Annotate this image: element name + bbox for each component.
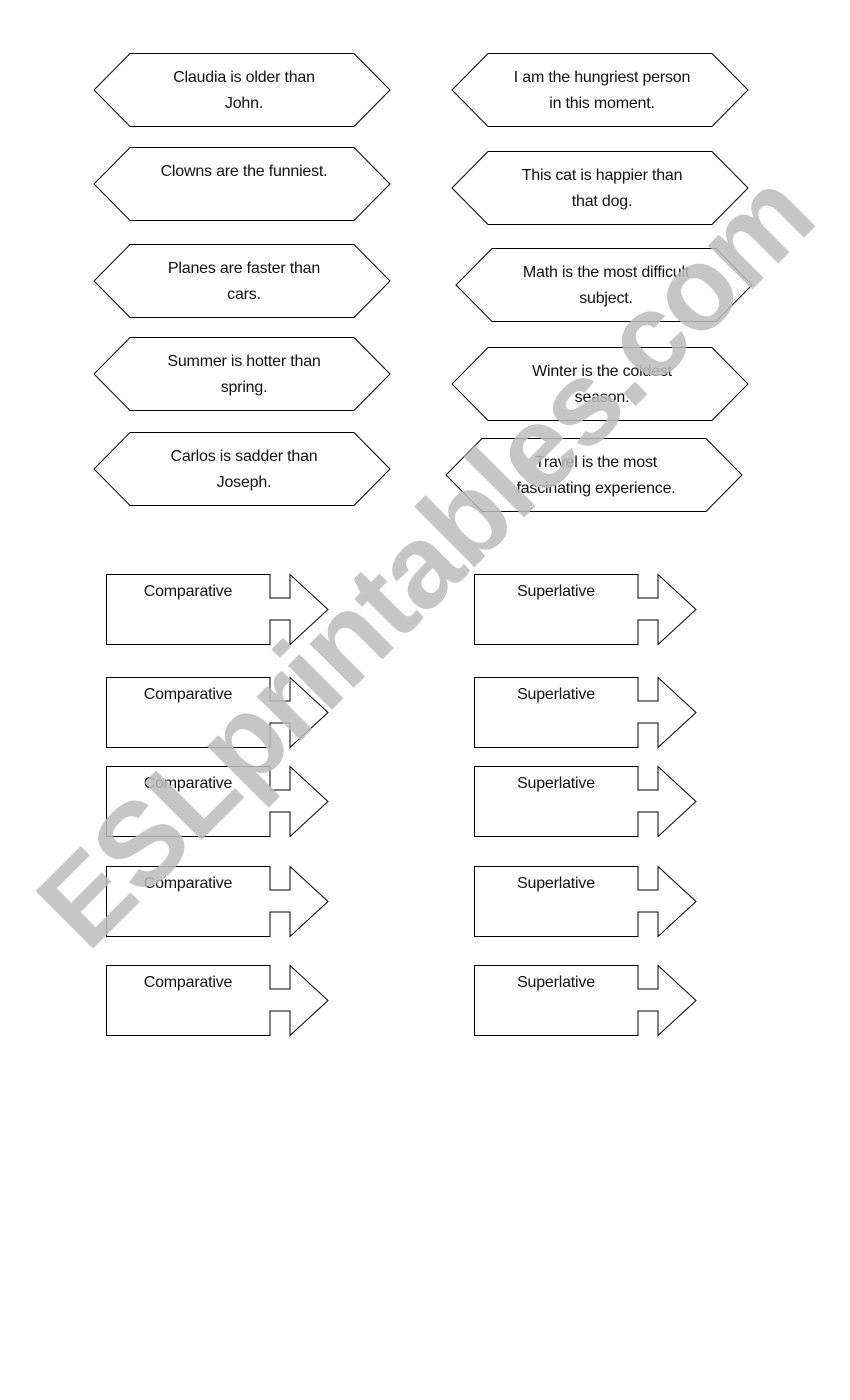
sentence-text: Winter is the coldest season. <box>532 363 672 406</box>
sentence-card-left-4: Summer is hotter than spring. <box>93 337 391 411</box>
superlative-arrow-card-5: Superlative <box>474 964 697 1037</box>
sentence-text: Planes are faster than cars. <box>167 260 321 303</box>
sentence-text: Math is the most difficult subject. <box>522 264 690 307</box>
arrow-label: Comparative <box>143 974 233 991</box>
arrow-label: Superlative <box>517 583 595 600</box>
comparative-arrow-card-5: Comparative <box>106 964 329 1037</box>
sentence-text: Summer is hotter than spring. <box>167 353 321 396</box>
sentence-text: Clowns are the funniest. <box>160 163 328 180</box>
arrow-label: Comparative <box>143 875 233 892</box>
arrow-label: Superlative <box>517 974 595 991</box>
sentence-card-left-1: Claudia is older than John. <box>93 53 391 127</box>
superlative-arrow-card-4: Superlative <box>474 865 697 938</box>
sentence-card-left-3: Planes are faster than cars. <box>93 244 391 318</box>
sentence-card-right-1: I am the hungriest person in this moment… <box>451 53 749 127</box>
superlative-arrow-card-2: Superlative <box>474 676 697 749</box>
arrow-label: Comparative <box>143 686 233 703</box>
sentence-text: Travel is the most fascinating experienc… <box>516 454 676 497</box>
sentence-text: Carlos is sadder than Joseph. <box>170 448 318 491</box>
arrow-label: Superlative <box>517 775 595 792</box>
arrow-label: Superlative <box>517 686 595 703</box>
comparative-arrow-card-2: Comparative <box>106 676 329 749</box>
comparative-arrow-card-4: Comparative <box>106 865 329 938</box>
worksheet-page: Claudia is older than John. Clowns are th… <box>0 0 850 1400</box>
sentence-card-right-3: Math is the most difficult subject. <box>455 248 753 322</box>
superlative-arrow-card-3: Superlative <box>474 765 697 838</box>
sentence-text: Claudia is older than John. <box>173 69 315 112</box>
sentence-card-right-2: This cat is happier than that dog. <box>451 151 749 225</box>
superlative-arrow-card-1: Superlative <box>474 573 697 646</box>
sentence-card-right-5: Travel is the most fascinating experienc… <box>445 438 743 512</box>
sentence-card-right-4: Winter is the coldest season. <box>451 347 749 421</box>
comparative-arrow-card-3: Comparative <box>106 765 329 838</box>
sentence-text: I am the hungriest person in this moment… <box>513 69 691 112</box>
arrow-label: Superlative <box>517 875 595 892</box>
arrow-label: Comparative <box>143 583 233 600</box>
sentence-text: This cat is happier than that dog. <box>521 167 683 210</box>
sentence-card-left-5: Carlos is sadder than Joseph. <box>93 432 391 506</box>
arrow-label: Comparative <box>143 775 233 792</box>
comparative-arrow-card-1: Comparative <box>106 573 329 646</box>
sentence-card-left-2: Clowns are the funniest. <box>93 147 391 221</box>
